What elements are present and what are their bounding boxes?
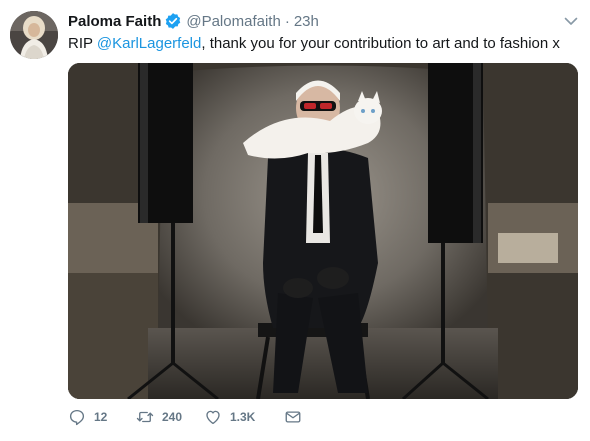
like-button[interactable]: 1.3K [204, 408, 284, 426]
retweet-icon [136, 411, 154, 423]
direct-message-button[interactable] [284, 408, 302, 426]
tweet-text: RIP @KarlLagerfeld, thank you for your c… [68, 34, 560, 54]
envelope-icon [285, 411, 301, 423]
verified-badge-icon [164, 12, 182, 30]
reply-icon [69, 409, 85, 426]
tweet-header: Paloma Faith @Palomafaith · 23h [68, 11, 319, 31]
reply-count: 12 [94, 410, 108, 424]
retweet-count: 240 [162, 410, 183, 424]
author-handle[interactable]: @Palomafaith [186, 13, 280, 30]
tweet-text-prefix: RIP [68, 35, 97, 52]
mention-link[interactable]: @KarlLagerfeld [97, 35, 201, 52]
author-name[interactable]: Paloma Faith [68, 13, 161, 30]
timestamp[interactable]: 23h [294, 13, 319, 30]
retweet-button[interactable]: 240 [136, 408, 204, 426]
avatar[interactable] [10, 11, 58, 59]
tweet-text-body: , thank you for your contribution to art… [201, 35, 560, 52]
like-count: 1.3K [230, 410, 256, 424]
tweet-actions: 12 240 1.3K [68, 406, 302, 428]
tweet-card[interactable]: Paloma Faith @Palomafaith · 23h RIP @Kar… [0, 0, 590, 441]
tweet-photo[interactable] [68, 63, 578, 399]
reply-button[interactable]: 12 [68, 408, 136, 426]
chevron-down-icon[interactable] [562, 12, 580, 30]
heart-icon [206, 410, 220, 425]
separator-dot: · [284, 12, 290, 30]
